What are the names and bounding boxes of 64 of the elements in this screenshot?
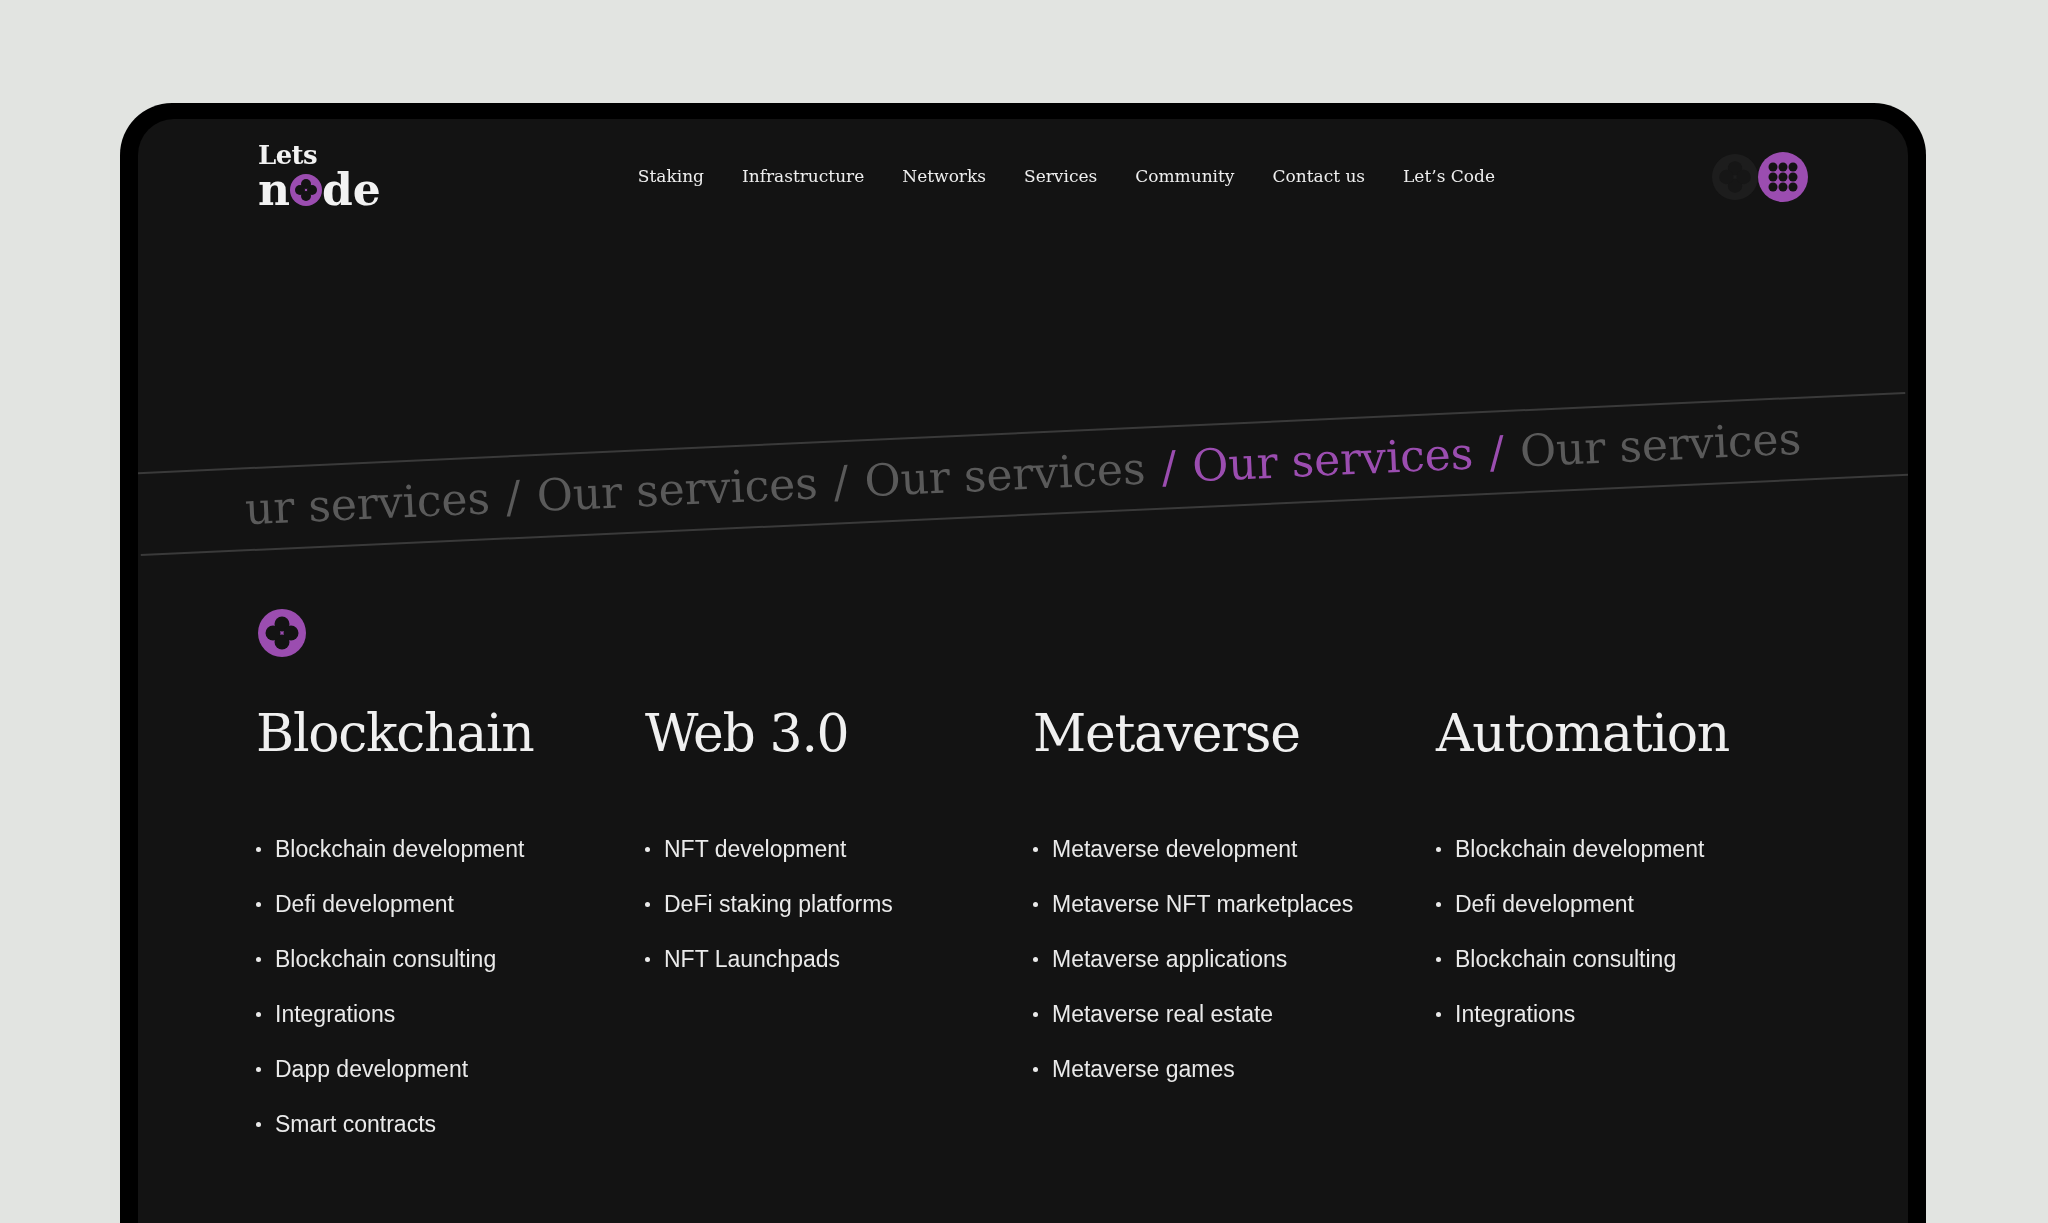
service-item: Metaverse applications [1052, 945, 1288, 974]
menu-button[interactable] [1758, 152, 1808, 202]
column-heading: Blockchain [256, 707, 535, 759]
nav-link[interactable]: Community [1135, 164, 1235, 190]
column-heading: Automation [1436, 707, 1730, 759]
service-item: Defi development [1455, 890, 1634, 919]
service-item: Integrations [275, 1000, 396, 1029]
marquee-text: ur services [243, 471, 492, 537]
service-item: Metaverse real estate [1052, 1000, 1274, 1029]
service-item: Blockchain development [275, 835, 525, 864]
nav-link[interactable]: Infrastructure [741, 164, 865, 190]
logo-icon [290, 174, 322, 206]
nav-link[interactable]: Services [1024, 164, 1098, 190]
bullet-icon [256, 957, 261, 962]
nav-link[interactable]: Contact us [1272, 164, 1366, 190]
bullet-icon [1033, 1012, 1038, 1017]
service-item: Blockchain development [1455, 835, 1705, 864]
column-heading: Web 3.0 [645, 707, 850, 759]
nav-link[interactable]: Networks [902, 164, 987, 190]
clover-icon [258, 609, 306, 657]
bullet-icon [645, 902, 650, 907]
marquee-text: Our services [863, 441, 1147, 509]
nav-link[interactable]: Staking [637, 164, 704, 190]
service-item: Metaverse games [1052, 1055, 1235, 1084]
service-item: Blockchain consulting [275, 945, 497, 974]
bullet-icon [256, 902, 261, 907]
bullet-icon [1436, 957, 1441, 962]
service-item: NFT Launchpads [664, 945, 840, 974]
service-item: Metaverse development [1052, 835, 1298, 864]
column-heading: Metaverse [1033, 707, 1301, 759]
bullet-icon [1033, 847, 1038, 852]
marquee-text: Our services [535, 456, 820, 524]
bullet-icon [256, 1012, 261, 1017]
marquee-text: / [504, 469, 523, 525]
bullet-icon [1033, 957, 1038, 962]
service-item: Metaverse NFT marketplaces [1052, 890, 1354, 919]
service-item: Defi development [275, 890, 454, 919]
grid-icon [1768, 162, 1798, 192]
logo-text: Lets [258, 142, 318, 168]
marquee-text: / [1160, 440, 1178, 495]
bullet-icon [1033, 1067, 1038, 1072]
marquee-text: Our services [1518, 411, 1803, 479]
service-item: Dapp development [275, 1055, 469, 1084]
nav-link[interactable]: Let’s Code [1403, 164, 1495, 190]
marquee-text: / [832, 454, 850, 510]
logo-text: de [322, 168, 381, 212]
service-item: Blockchain consulting [1455, 945, 1677, 974]
bullet-icon [645, 847, 650, 852]
bullet-icon [1436, 902, 1441, 907]
bullet-icon [1436, 1012, 1441, 1017]
service-item: NFT development [664, 835, 847, 864]
bullet-icon [645, 957, 650, 962]
bullet-icon [256, 1067, 261, 1072]
service-item: Integrations [1455, 1000, 1576, 1029]
bullet-icon [256, 1122, 261, 1127]
marquee-text: Our services [1190, 426, 1475, 494]
bullet-icon [1033, 902, 1038, 907]
marquee-text: / [1487, 425, 1506, 480]
bullet-icon [1436, 847, 1441, 852]
logo-text: n [258, 168, 290, 212]
service-item: Smart contracts [275, 1110, 437, 1139]
bullet-icon [256, 847, 261, 852]
service-item: DeFi staking platforms [664, 890, 893, 919]
clover-icon [1712, 154, 1758, 200]
